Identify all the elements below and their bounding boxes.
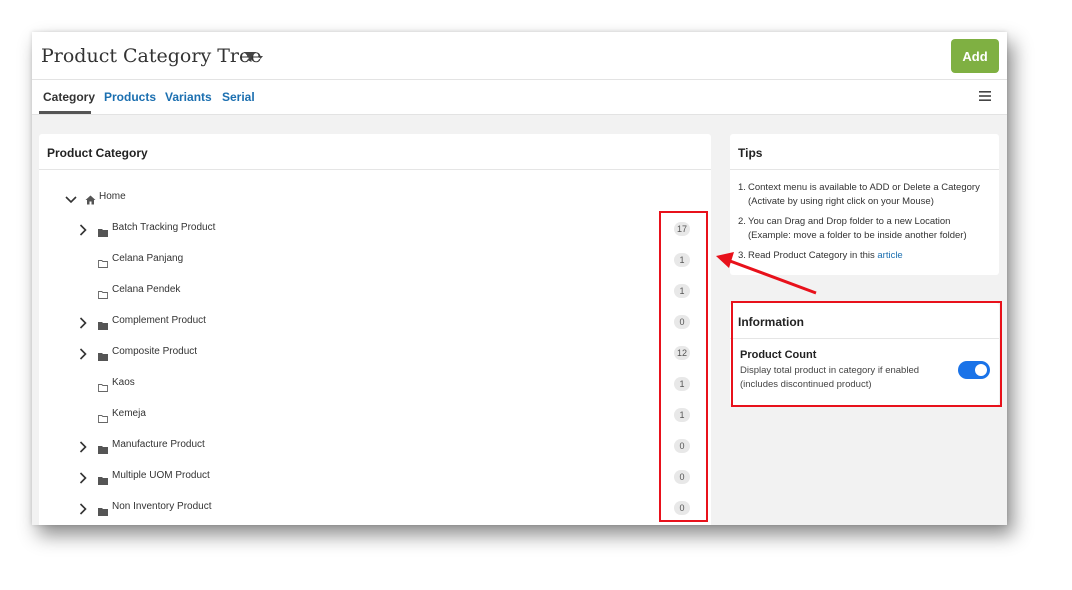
tab-products[interactable]: Products: [104, 90, 156, 104]
divider: [39, 169, 711, 170]
highlight-box-information: [731, 301, 1002, 407]
filter-dropdown-icon[interactable]: [243, 50, 263, 68]
chevron-right-icon[interactable]: [79, 502, 87, 520]
active-tab-indicator: [39, 111, 91, 114]
tip-number: 1.: [738, 182, 746, 193]
tips-panel: Tips 1. Context menu is available to ADD…: [730, 134, 999, 275]
folder-outline-icon: [98, 255, 108, 273]
product-category-panel: Product Category Home Batch Tracking Pro…: [39, 134, 711, 525]
tree-label: Non Inventory Product: [112, 501, 212, 512]
tab-bar: Category Products Variants Serial: [32, 80, 1007, 115]
chevron-right-icon[interactable]: [79, 347, 87, 365]
tree-item[interactable]: Complement Product 0: [39, 312, 711, 332]
tab-variants[interactable]: Variants: [165, 90, 212, 104]
app-window: Product Category Tree Add Category Produ…: [32, 32, 1007, 525]
folder-filled-icon: [98, 317, 108, 335]
chevron-down-icon[interactable]: [65, 192, 77, 210]
tree-item[interactable]: Celana Panjang 1: [39, 250, 711, 270]
tree-label: Multiple UOM Product: [112, 470, 210, 481]
tip-item: 2. You can Drag and Drop folder to a new…: [738, 215, 994, 243]
panel-title: Product Category: [47, 146, 148, 160]
tree-label: Composite Product: [112, 346, 198, 357]
tip-number: 2.: [738, 216, 746, 227]
tip-text: Read Product Category in this: [748, 250, 878, 261]
chevron-right-icon[interactable]: [79, 471, 87, 489]
tips-title: Tips: [738, 146, 763, 160]
tree-label: Home: [99, 191, 126, 202]
tree-item[interactable]: Celana Pendek 1: [39, 281, 711, 301]
chevron-right-icon[interactable]: [79, 316, 87, 334]
folder-filled-icon: [98, 472, 108, 490]
page-header: Product Category Tree Add: [32, 32, 1007, 80]
chevron-right-icon[interactable]: [79, 440, 87, 458]
folder-filled-icon: [98, 441, 108, 459]
tree-label: Manufacture Product: [112, 439, 205, 450]
tree-item[interactable]: Non Inventory Product 0: [39, 498, 711, 518]
folder-filled-icon: [98, 503, 108, 521]
home-icon: [85, 192, 96, 210]
tree-label: Batch Tracking Product: [112, 222, 216, 233]
tip-text: You can Drag and Drop folder to a new Lo…: [748, 216, 967, 241]
tree-label: Complement Product: [112, 315, 206, 326]
tree-label: Celana Panjang: [112, 253, 184, 264]
tree-label: Celana Pendek: [112, 284, 181, 295]
folder-outline-icon: [98, 286, 108, 304]
tip-text: Context menu is available to ADD or Dele…: [748, 182, 980, 207]
hamburger-menu-icon[interactable]: [978, 89, 992, 107]
tree-item[interactable]: Kaos 1: [39, 374, 711, 394]
folder-outline-icon: [98, 410, 108, 428]
tip-item: 3. Read Product Category in this article: [738, 249, 994, 263]
tree-item[interactable]: Composite Product 12: [39, 343, 711, 363]
tree-item[interactable]: Batch Tracking Product 17: [39, 219, 711, 239]
folder-filled-icon: [98, 224, 108, 242]
tab-serial[interactable]: Serial: [222, 90, 255, 104]
divider: [730, 169, 999, 170]
tree-item[interactable]: Kemeja 1: [39, 405, 711, 425]
folder-outline-icon: [98, 379, 108, 397]
chevron-right-icon[interactable]: [79, 223, 87, 241]
tree-item[interactable]: Multiple UOM Product 0: [39, 467, 711, 487]
tip-item: 1. Context menu is available to ADD or D…: [738, 181, 994, 209]
tips-list: 1. Context menu is available to ADD or D…: [738, 181, 994, 269]
tree-item[interactable]: Manufacture Product 0: [39, 436, 711, 456]
tip-number: 3.: [738, 250, 746, 261]
tree-root-home[interactable]: Home: [39, 188, 711, 208]
add-button[interactable]: Add: [951, 39, 999, 73]
page-title: Product Category Tree: [41, 45, 262, 67]
tree-label: Kaos: [112, 377, 135, 388]
highlight-box-counts: [659, 211, 708, 522]
folder-filled-icon: [98, 348, 108, 366]
tab-category[interactable]: Category: [43, 90, 95, 104]
tree-label: Kemeja: [112, 408, 146, 419]
article-link[interactable]: article: [877, 250, 902, 261]
